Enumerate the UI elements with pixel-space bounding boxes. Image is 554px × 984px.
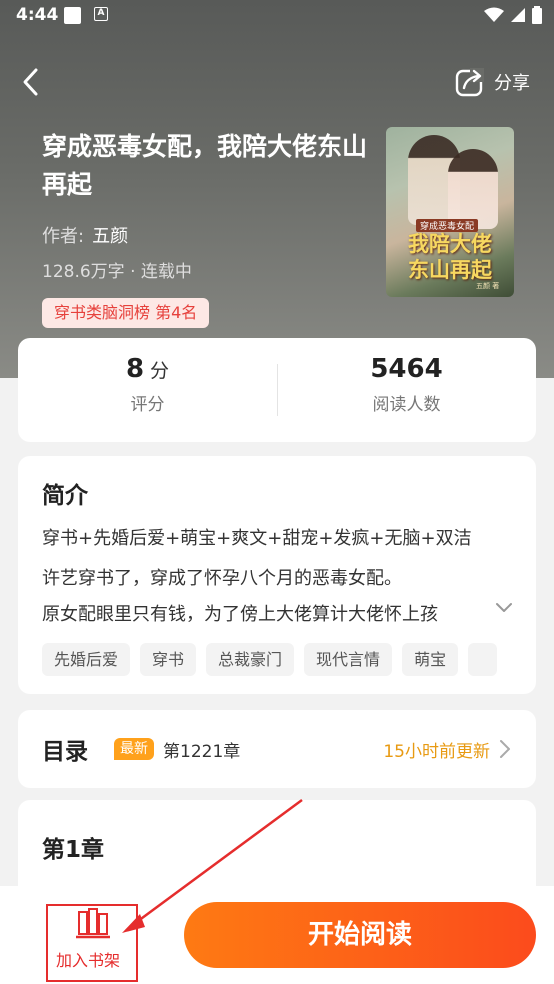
- score-stat[interactable]: 8分 评分: [18, 354, 277, 415]
- toc-heading: 目录: [42, 739, 88, 765]
- add-to-shelf-label: 加入书架: [56, 951, 121, 970]
- book-meta: 128.6万字 · 连载中: [42, 262, 192, 282]
- signal-icon: [511, 8, 525, 22]
- readers-value: 5464: [370, 354, 443, 384]
- cover-figure-woman: [448, 149, 498, 229]
- keyboard-icon: A: [94, 7, 108, 21]
- cover-title-line1: 我陪大佬: [408, 232, 492, 256]
- share-label: 分享: [494, 73, 530, 94]
- intro-card[interactable]: 简介 穿书+先婚后爱+萌宝+爽文+甜宠+发疯+无脑+双洁 许艺穿书了，穿成了怀孕…: [18, 456, 536, 694]
- cover-title-line2: 东山再起: [408, 258, 492, 282]
- author-name[interactable]: 五颜: [92, 226, 128, 247]
- latest-chapter: 第1221章: [163, 742, 241, 762]
- tag[interactable]: 萌宝: [402, 643, 459, 676]
- score-value: 8: [125, 354, 145, 384]
- battery-icon: [532, 6, 542, 24]
- status-icons: [484, 6, 542, 24]
- stats-card: 8分 评分 5464 阅读人数: [18, 338, 536, 442]
- tag[interactable]: 先婚后爱: [42, 643, 131, 676]
- status-time: 4:44: [16, 5, 59, 25]
- tag[interactable]: 穿书: [140, 643, 197, 676]
- bookshelf-icon: [76, 908, 110, 939]
- author-row[interactable]: 作者: 五颜: [42, 222, 128, 248]
- rank-badge[interactable]: 穿书类脑洞榜 第4名: [42, 298, 210, 328]
- chapter-heading: 第1章: [42, 837, 105, 863]
- update-time: 15小时前更新: [383, 742, 490, 762]
- tag-list: 先婚后爱 穿书 总裁豪门 现代言情 萌宝: [42, 643, 498, 676]
- cover-title: 我陪大佬 东山再起: [394, 231, 506, 283]
- chevron-down-icon[interactable]: [494, 597, 514, 617]
- chevron-right-icon: [500, 740, 510, 758]
- tag[interactable]: 现代言情: [304, 643, 393, 676]
- back-button[interactable]: [18, 64, 48, 100]
- readers-label: 阅读人数: [372, 395, 441, 415]
- toc-row[interactable]: 目录 最新 第1221章 15小时前更新: [18, 710, 536, 788]
- new-badge: 最新: [114, 738, 154, 760]
- book-cover[interactable]: 穿成恶毒女配 我陪大佬 东山再起 五颜 著: [386, 127, 514, 297]
- readers-stat: 5464 阅读人数: [277, 354, 536, 415]
- add-to-shelf-button[interactable]: 加入书架: [46, 904, 138, 982]
- intro-fade: [446, 590, 536, 622]
- status-bar: 4:44 A: [0, 0, 554, 32]
- intro-line: 许艺穿书了，穿成了怀孕八个月的恶毒女配。: [42, 568, 402, 589]
- author-label: 作者:: [42, 226, 85, 247]
- intro-heading: 简介: [42, 483, 88, 509]
- tag[interactable]: 总裁豪门: [206, 643, 295, 676]
- tag-partial[interactable]: [468, 643, 498, 676]
- book-title: 穿成恶毒女配，我陪大佬东山再起: [42, 132, 368, 199]
- share-button[interactable]: 分享: [454, 64, 530, 100]
- chevron-left-icon: [23, 68, 38, 96]
- score-unit: 分: [150, 360, 170, 382]
- share-icon: [455, 68, 484, 97]
- intro-line: 穿书+先婚后爱+萌宝+爽文+甜宠+发疯+无脑+双洁: [42, 528, 472, 549]
- start-reading-button[interactable]: 开始阅读: [184, 902, 536, 968]
- wifi-icon: [484, 7, 504, 22]
- cover-author: 五颜 著: [476, 282, 500, 290]
- score-label: 评分: [130, 395, 165, 415]
- intro-line: 原女配眼里只有钱，为了傍上大佬算计大佬怀上孩: [42, 604, 438, 625]
- notification-icon: [64, 7, 81, 24]
